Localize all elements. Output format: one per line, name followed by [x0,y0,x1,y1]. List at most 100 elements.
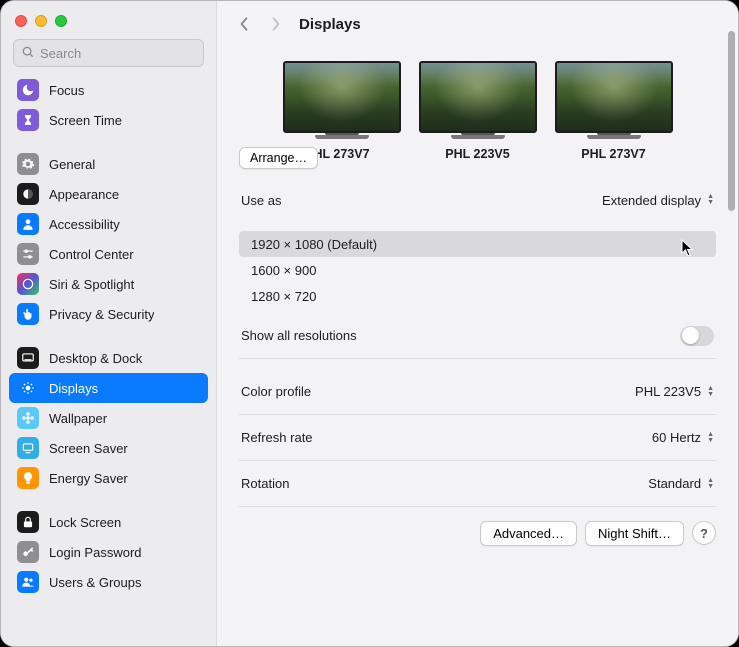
sidebar-item-label: Screen Saver [49,441,128,456]
search-input[interactable] [13,39,204,67]
person-icon [17,213,39,235]
users-icon [17,571,39,593]
resolution-option-2[interactable]: 1280 × 720 [239,283,716,309]
sidebar-item-label: Desktop & Dock [49,351,142,366]
fullscreen-window-button[interactable] [55,15,67,27]
use-as-value: Extended display [602,193,701,208]
refresh-rate-selector[interactable]: 60 Hertz ▲▼ [652,430,714,445]
show-all-toggle[interactable] [680,326,714,346]
appearance-icon [17,183,39,205]
show-all-label: Show all resolutions [241,328,357,343]
refresh-rate-label: Refresh rate [241,430,313,445]
refresh-rate-value: 60 Hertz [652,430,701,445]
siri-icon [17,273,39,295]
sidebar-item-appearance[interactable]: Appearance [9,179,208,209]
monitor-thumbnail [555,61,673,139]
monitor-0[interactable]: HL 273V7 [283,61,401,161]
arrange-button[interactable]: Arrange… [239,147,318,169]
sidebar-item-label: Energy Saver [49,471,128,486]
moon-icon [17,79,39,101]
sidebar-item-label: Appearance [49,187,119,202]
content-scroll[interactable]: Arrange… HL 273V7 PHL 223V5 PHL 273V7 Use … [217,43,738,646]
bulb-icon [17,467,39,489]
stepper-icon: ▲▼ [707,194,714,206]
sidebar-item-label: Lock Screen [49,515,121,530]
scrollbar-thumb[interactable] [728,31,735,211]
use-as-row: Use as Extended display ▲▼ [239,177,716,223]
toolbar: Displays [217,1,738,43]
sidebar-item-focus[interactable]: Focus [9,75,208,105]
page-title: Displays [299,16,361,33]
sidebar-item-wallpaper[interactable]: Wallpaper [9,403,208,433]
back-button[interactable] [235,15,253,33]
sidebar: Focus Screen Time General Appearance Accessi… [1,1,217,646]
bottom-buttons: Advanced… Night Shift… ? [239,521,716,546]
sidebar-item-controlcenter[interactable]: Control Center [9,239,208,269]
sliders-icon [17,243,39,265]
minimize-window-button[interactable] [35,15,47,27]
night-shift-button[interactable]: Night Shift… [585,521,684,546]
monitor-thumbnail [419,61,537,139]
monitor-label: PHL 223V5 [445,147,509,161]
refresh-rate-row: Refresh rate 60 Hertz ▲▼ [239,415,716,461]
stepper-icon: ▲▼ [707,478,714,490]
sidebar-item-screensaver[interactable]: Screen Saver [9,433,208,463]
lock-icon [17,511,39,533]
sidebar-item-usersgroups[interactable]: Users & Groups [9,567,208,597]
sidebar-item-displays[interactable]: Displays [9,373,208,403]
color-profile-value: PHL 223V5 [635,384,701,399]
sidebar-item-privacy[interactable]: Privacy & Security [9,299,208,329]
sidebar-item-label: Privacy & Security [49,307,154,322]
monitor-label: HL 273V7 [313,147,369,161]
sidebar-item-general[interactable]: General [9,149,208,179]
search-container [13,39,204,67]
sidebar-item-label: Accessibility [49,217,120,232]
sidebar-item-label: Wallpaper [49,411,107,426]
monitor-thumbnail [283,61,401,139]
sidebar-item-label: Displays [49,381,98,396]
sidebar-item-label: General [49,157,95,172]
resolution-option-0[interactable]: 1920 × 1080 (Default) [239,231,716,257]
monitor-label: PHL 273V7 [581,147,645,161]
system-settings-window: Focus Screen Time General Appearance Accessi… [0,0,739,647]
nav-arrows [235,15,285,33]
scr-icon [17,437,39,459]
stepper-icon: ▲▼ [707,386,714,398]
sidebar-item-label: Login Password [49,545,142,560]
use-as-label: Use as [241,193,281,208]
search-icon [21,45,35,59]
monitor-arrangement: Arrange… HL 273V7PHL 223V5PHL 273V7 [239,61,716,161]
flower-icon [17,407,39,429]
sidebar-item-label: Control Center [49,247,134,262]
sidebar-item-siri[interactable]: Siri & Spotlight [9,269,208,299]
stepper-icon: ▲▼ [707,432,714,444]
sidebar-item-label: Siri & Spotlight [49,277,134,292]
sidebar-item-label: Focus [49,83,84,98]
gear-icon [17,153,39,175]
sidebar-item-accessibility[interactable]: Accessibility [9,209,208,239]
sidebar-item-desktopdock[interactable]: Desktop & Dock [9,343,208,373]
help-button[interactable]: ? [692,521,716,545]
rotation-selector[interactable]: Standard ▲▼ [648,476,714,491]
sidebar-item-screentime[interactable]: Screen Time [9,105,208,135]
rotation-value: Standard [648,476,701,491]
window-controls [1,11,216,39]
sidebar-item-energysaver[interactable]: Energy Saver [9,463,208,493]
sidebar-item-label: Users & Groups [49,575,141,590]
sidebar-item-loginpassword[interactable]: Login Password [9,537,208,567]
color-profile-selector[interactable]: PHL 223V5 ▲▼ [635,384,714,399]
monitor-1[interactable]: PHL 223V5 [419,61,537,161]
resolution-option-1[interactable]: 1600 × 900 [239,257,716,283]
monitor-2[interactable]: PHL 273V7 [555,61,673,161]
advanced-button[interactable]: Advanced… [480,521,577,546]
sidebar-nav-list: Focus Screen Time General Appearance Accessi… [1,75,216,605]
hourglass-icon [17,109,39,131]
use-as-selector[interactable]: Extended display ▲▼ [602,193,714,208]
sidebar-item-label: Screen Time [49,113,122,128]
main-scrollbar[interactable] [728,31,736,640]
close-window-button[interactable] [15,15,27,27]
rotation-label: Rotation [241,476,289,491]
hand-icon [17,303,39,325]
forward-button[interactable] [267,15,285,33]
sidebar-item-lockscreen[interactable]: Lock Screen [9,507,208,537]
